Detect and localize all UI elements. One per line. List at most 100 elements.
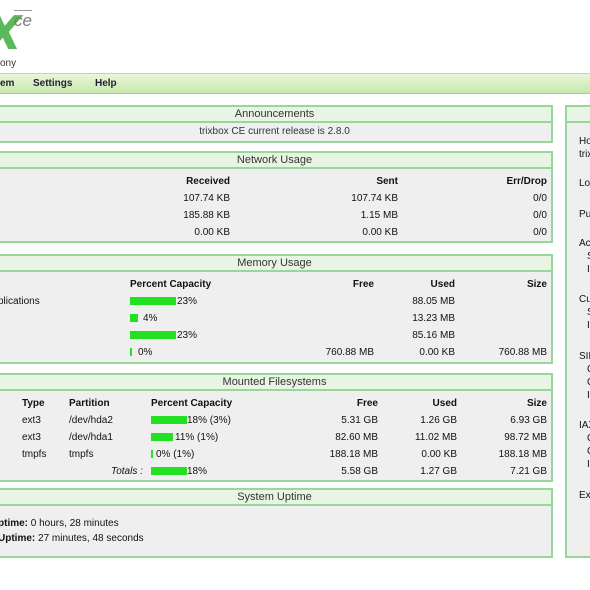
system-uptime-panel: System Uptime ptime: 0 hours, 28 minutes… — [0, 488, 553, 558]
uptime-line-1-value: 0 hours, 28 minutes — [28, 518, 119, 529]
fs-row-3-bar — [151, 450, 153, 458]
uptime-line-2-label: Uptime: — [0, 533, 36, 544]
mem-row-4-size: 760.88 MB — [498, 347, 547, 358]
fs-col-size: Size — [526, 398, 547, 409]
fs-row-1-bar — [151, 416, 187, 424]
fs-col-used: Used — [432, 398, 457, 409]
mem-col-used: Used — [430, 279, 455, 290]
col-sent: Sent — [376, 176, 398, 187]
fs-row-1-pct: 18% (3%) — [187, 415, 231, 426]
right-item-1: Ho — [579, 136, 590, 147]
fs-totals-label: Totals : — [111, 466, 143, 477]
announcements-title: Announcements — [0, 107, 551, 123]
mem-row-4-pct: 0% — [138, 347, 153, 358]
memory-usage-title: Memory Usage — [0, 256, 551, 272]
net-row-2-received: 185.88 KB — [183, 210, 230, 221]
mem-col-percent: Percent Capacity — [130, 279, 212, 290]
fs-row-3-pct: 0% (1%) — [156, 449, 195, 460]
fs-totals-pct: 18% — [187, 466, 208, 477]
fs-col-free: Free — [356, 398, 378, 409]
fs-row-2-free: 82.60 MB — [335, 432, 378, 443]
net-row-2-sent: 1.15 MB — [360, 210, 398, 221]
fs-totals-free: 5.58 GB — [341, 466, 378, 477]
uptime-line-1: ptime: 0 hours, 28 minutes — [0, 518, 119, 529]
fs-row-3-size: 188.18 MB — [498, 449, 547, 460]
mem-col-size: Size — [526, 279, 547, 290]
net-row-1-received: 107.74 KB — [183, 193, 230, 204]
fs-row-2-bar — [151, 433, 173, 441]
right-item-15: IAX — [579, 420, 590, 431]
fs-row-2-used: 11.02 MB — [414, 432, 457, 443]
col-err-drop: Err/Drop — [506, 176, 547, 187]
right-item-10: I — [587, 320, 590, 331]
logo-subtitle: ony — [0, 58, 17, 69]
mem-row-4-bar — [130, 348, 132, 356]
right-item-7: I — [587, 264, 590, 275]
net-row-1-errdrop: 0/0 — [533, 193, 547, 204]
fs-row-3-free: 188.18 MB — [329, 449, 378, 460]
fs-row-2-pct: 11% (1%) — [175, 432, 219, 443]
fs-totals-size: 7.21 GB — [510, 466, 547, 477]
mem-row-1-used: 88.05 MB — [412, 296, 455, 307]
fs-row-1-partition: /dev/hda2 — [69, 415, 113, 426]
right-item-19: Ex — [579, 490, 590, 501]
logo-ce: ce — [14, 10, 32, 30]
fs-row-2-partition: /dev/hda1 — [69, 432, 113, 443]
mem-row-3-bar — [130, 331, 176, 339]
menu-item-settings[interactable]: Settings — [33, 78, 72, 89]
uptime-line-2: Uptime: 27 minutes, 48 seconds — [0, 533, 144, 544]
right-item-3: Lo — [579, 178, 590, 189]
mem-row-2-bar — [130, 314, 138, 322]
right-item-14: I — [587, 390, 590, 401]
system-uptime-title: System Uptime — [0, 490, 551, 506]
memory-usage-panel: Memory Usage Percent Capacity Free Used … — [0, 254, 553, 364]
network-usage-title: Network Usage — [0, 153, 551, 169]
fs-row-3-type: tmpfs — [22, 449, 47, 460]
system-info-panel: Ho trix Lo Pu Ac S I Cu S I SIF C C I IA… — [565, 105, 590, 558]
mem-row-3-pct: 23% — [177, 330, 198, 341]
uptime-line-2-value: 27 minutes, 48 seconds — [35, 533, 144, 544]
right-item-18: I — [587, 459, 590, 470]
net-row-3-received: 0.00 KB — [194, 227, 230, 238]
fs-row-2-size: 98.72 MB — [504, 432, 547, 443]
mem-row-1-bar — [130, 297, 176, 305]
trixbox-logo: X ce ony — [0, 0, 120, 72]
net-row-1-sent: 107.74 KB — [351, 193, 398, 204]
announcement-text: trixbox CE current release is 2.8.0 — [199, 126, 350, 137]
net-row-2-errdrop: 0/0 — [533, 210, 547, 221]
fs-col-percent: Percent Capacity — [151, 398, 233, 409]
right-item-2: trix — [579, 149, 590, 160]
fs-totals-used: 1.27 GB — [420, 466, 457, 477]
mem-row-2-pct: 4% — [143, 313, 158, 324]
fs-row-2-type: ext3 — [22, 432, 41, 443]
fs-col-partition: Partition — [69, 398, 110, 409]
mem-row-4-free: 760.88 MB — [325, 347, 374, 358]
fs-row-1-used: 1.26 GB — [420, 415, 457, 426]
fs-row-3-partition: tmpfs — [69, 449, 94, 460]
right-item-4: Pu — [579, 209, 590, 220]
col-received: Received — [186, 176, 230, 187]
menu-item-system[interactable]: em — [0, 78, 14, 89]
menu-item-help[interactable]: Help — [95, 78, 117, 89]
mem-row-1-pct: 23% — [177, 296, 198, 307]
mem-row-2-used: 13.23 MB — [412, 313, 455, 324]
filesystems-title: Mounted Filesystems — [0, 375, 551, 391]
fs-totals-bar — [151, 467, 187, 475]
right-item-8: Cu — [579, 294, 590, 305]
main-menu-bar: em Settings Help — [0, 73, 590, 94]
mem-col-free: Free — [352, 279, 374, 290]
net-row-3-errdrop: 0/0 — [533, 227, 547, 238]
fs-col-type: Type — [22, 398, 45, 409]
uptime-line-1-label: ptime: — [0, 518, 28, 529]
mem-row-4-used: 0.00 KB — [419, 347, 455, 358]
fs-row-1-type: ext3 — [22, 415, 41, 426]
network-usage-panel: Network Usage Received Sent Err/Drop 107… — [0, 151, 553, 243]
fs-row-3-used: 0.00 KB — [421, 449, 457, 460]
mounted-filesystems-panel: Mounted Filesystems Type Partition Perce… — [0, 373, 553, 482]
right-item-5: Ac — [579, 238, 590, 249]
fs-row-1-size: 6.93 GB — [510, 415, 547, 426]
system-info-title — [567, 107, 590, 123]
net-row-3-sent: 0.00 KB — [362, 227, 398, 238]
mem-row-1-label: plications — [0, 296, 40, 307]
announcements-panel: Announcements trixbox CE current release… — [0, 105, 553, 143]
